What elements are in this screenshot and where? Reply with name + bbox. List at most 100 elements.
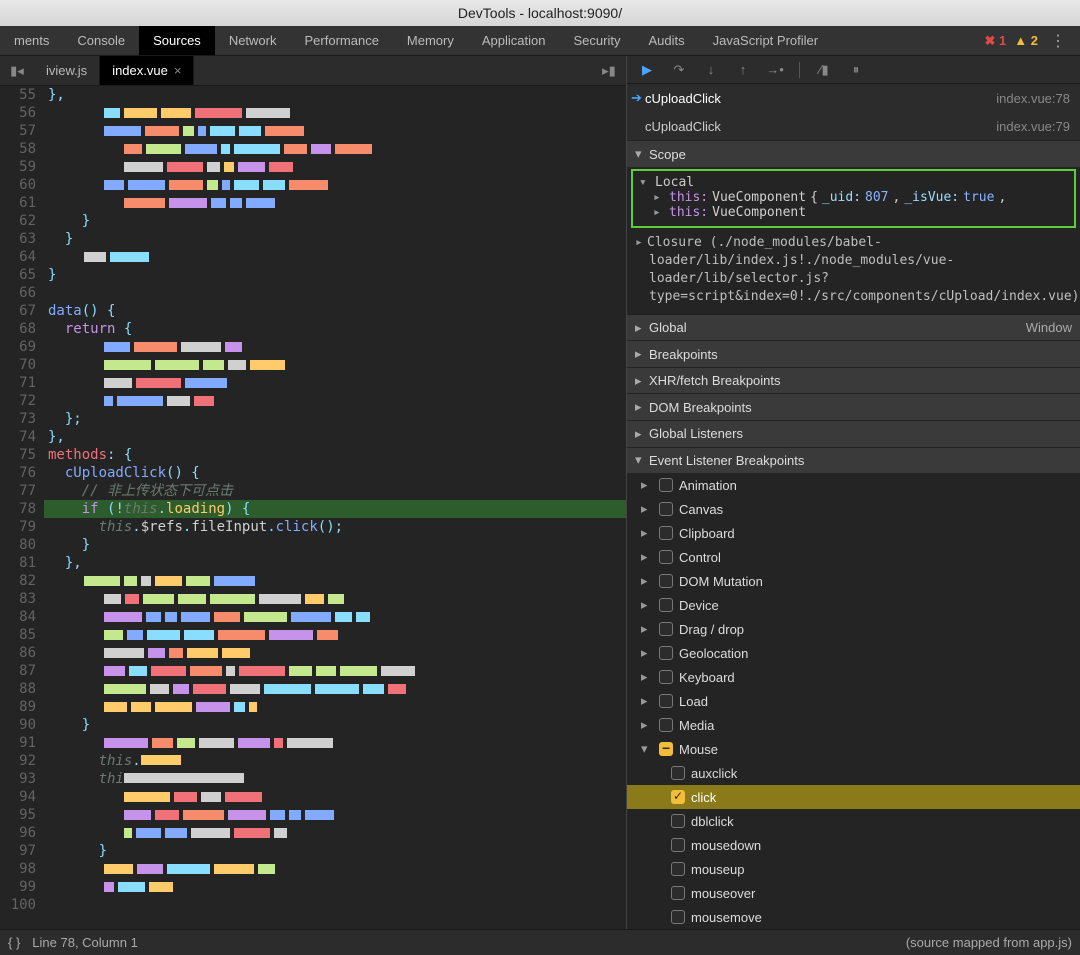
chevron-right-icon: ▸ [641,477,653,493]
checkbox[interactable] [659,742,673,756]
scope-this-type[interactable]: VueComponent [712,190,806,205]
resume-icon[interactable]: ▶ [639,62,655,78]
event-mouseup[interactable]: mouseup [627,857,1080,881]
source-map-info: (source mapped from app.js) [906,935,1072,950]
panel-tab-console[interactable]: Console [63,26,139,55]
chevron-right-icon: ▸ [641,501,653,517]
file-tab-iview[interactable]: iview.js [34,56,100,85]
checkbox[interactable] [659,478,673,492]
event-auxclick[interactable]: auxclick [627,761,1080,785]
devtools-panel-tabs: ments Console Sources Network Performanc… [0,26,1080,56]
scope-global-header[interactable]: ▸ Global Window [627,314,1080,341]
dom-breakpoints-header[interactable]: ▸DOM Breakpoints [627,393,1080,420]
callstack-frame[interactable]: cUploadClick index.vue:78 [627,84,1080,112]
chevron-right-icon: ▸ [635,320,649,336]
event-cat-device[interactable]: ▸Device [627,593,1080,617]
checkbox[interactable] [659,550,673,564]
checkbox[interactable] [659,670,673,684]
scope-isvue-value: true [963,190,994,205]
debugger-toolbar: ▶ ↷ ↓ ↑ →• ⁄▮ ⏸ [627,56,1080,84]
checkbox[interactable] [671,886,685,900]
event-mousedown[interactable]: mousedown [627,833,1080,857]
pause-on-exceptions-icon[interactable]: ⏸ [848,62,864,78]
checkbox[interactable] [659,526,673,540]
warning-badge[interactable]: ▲ 2 [1014,33,1038,48]
line-number-gutter: 5556575859606162636465666768697071727374… [0,86,44,929]
file-tab-index-vue[interactable]: index.vue × [100,56,194,85]
kebab-menu-icon[interactable]: ⋮ [1046,31,1070,51]
step-into-icon[interactable]: ↓ [703,62,719,78]
checkbox[interactable] [671,790,685,804]
event-dblclick[interactable]: dblclick [627,809,1080,833]
event-cat-keyboard[interactable]: ▸Keyboard [627,665,1080,689]
pretty-print-icon[interactable]: { } [8,935,20,950]
event-listener-bp-header[interactable]: ▾Event Listener Breakpoints [627,447,1080,474]
checkbox[interactable] [659,502,673,516]
checkbox[interactable] [671,862,685,876]
step-icon[interactable]: →• [767,62,783,78]
step-over-icon[interactable]: ↷ [671,62,687,78]
panel-tab-elements[interactable]: ments [0,26,63,55]
event-cat-dom-mutation[interactable]: ▸DOM Mutation [627,569,1080,593]
callstack-frame[interactable]: cUploadClick index.vue:79 [627,112,1080,140]
checkbox[interactable] [671,814,685,828]
event-click[interactable]: click [627,785,1080,809]
panel-tab-sources[interactable]: Sources [139,26,215,55]
chevron-right-icon: ▸ [641,669,653,685]
checkbox[interactable] [671,766,685,780]
panel-tab-performance[interactable]: Performance [291,26,393,55]
event-mouseover[interactable]: mouseover [627,881,1080,905]
panel-tab-memory[interactable]: Memory [393,26,468,55]
checkbox[interactable] [671,910,685,924]
chevron-right-icon[interactable]: ▸ [635,234,647,252]
global-listeners-header[interactable]: ▸Global Listeners [627,420,1080,447]
scope-closure[interactable]: ▸Closure (./node_modules/babel-loader/li… [627,230,1080,314]
more-tabs-icon[interactable]: ▸▮ [592,56,626,85]
step-out-icon[interactable]: ↑ [735,62,751,78]
error-badge[interactable]: ✖ 1 [985,33,1007,49]
chevron-right-icon[interactable]: ▸ [653,205,665,220]
editor-status-bar: { } Line 78, Column 1 (source mapped fro… [0,929,1080,955]
event-cat-load[interactable]: ▸Load [627,689,1080,713]
checkbox[interactable] [671,838,685,852]
event-cat-media[interactable]: ▸Media [627,713,1080,737]
panel-tab-jsprofiler[interactable]: JavaScript Profiler [699,26,832,55]
event-mousemove[interactable]: mousemove [627,905,1080,929]
breakpoints-header[interactable]: ▸Breakpoints [627,340,1080,367]
panel-tab-application[interactable]: Application [468,26,560,55]
scope-local-box: ▾Local ▸ this: VueComponent { _uid: 807,… [631,169,1076,228]
panel-tab-security[interactable]: Security [559,26,634,55]
chevron-right-icon: ▸ [641,645,653,661]
checkbox[interactable] [659,646,673,660]
code-area[interactable]: }, } }}data() { return { };},methods: { … [44,86,626,929]
checkbox[interactable] [659,598,673,612]
event-cat-control[interactable]: ▸Control [627,545,1080,569]
event-categories: ▸Animation▸Canvas▸Clipboard▸Control▸DOM … [627,473,1080,929]
window-title: DevTools - localhost:9090/ [458,5,622,21]
chevron-down-icon: ▾ [635,146,649,162]
checkbox[interactable] [659,694,673,708]
close-icon[interactable]: × [174,63,182,78]
event-cat-geolocation[interactable]: ▸Geolocation [627,641,1080,665]
navigator-toggle-icon[interactable]: ▮◂ [0,56,34,85]
separator [799,62,800,78]
chevron-down-icon[interactable]: ▾ [639,175,651,190]
code-editor[interactable]: 5556575859606162636465666768697071727374… [0,86,626,929]
file-tab-strip: ▮◂ iview.js index.vue × ▸▮ [0,56,626,86]
event-cat-canvas[interactable]: ▸Canvas [627,497,1080,521]
chevron-right-icon: ▸ [641,717,653,733]
chevron-right-icon[interactable]: ▸ [653,190,665,205]
event-cat-drag-drop[interactable]: ▸Drag / drop [627,617,1080,641]
panel-tab-audits[interactable]: Audits [634,26,698,55]
deactivate-breakpoints-icon[interactable]: ⁄▮ [816,62,832,78]
event-cat-mouse[interactable]: ▾Mouse [627,737,1080,761]
event-cat-animation[interactable]: ▸Animation [627,473,1080,497]
checkbox[interactable] [659,718,673,732]
scope-header[interactable]: ▾ Scope [627,140,1080,167]
checkbox[interactable] [659,574,673,588]
xhr-breakpoints-header[interactable]: ▸XHR/fetch Breakpoints [627,367,1080,394]
checkbox[interactable] [659,622,673,636]
event-cat-clipboard[interactable]: ▸Clipboard [627,521,1080,545]
panel-tab-network[interactable]: Network [215,26,291,55]
chevron-right-icon: ▸ [641,693,653,709]
